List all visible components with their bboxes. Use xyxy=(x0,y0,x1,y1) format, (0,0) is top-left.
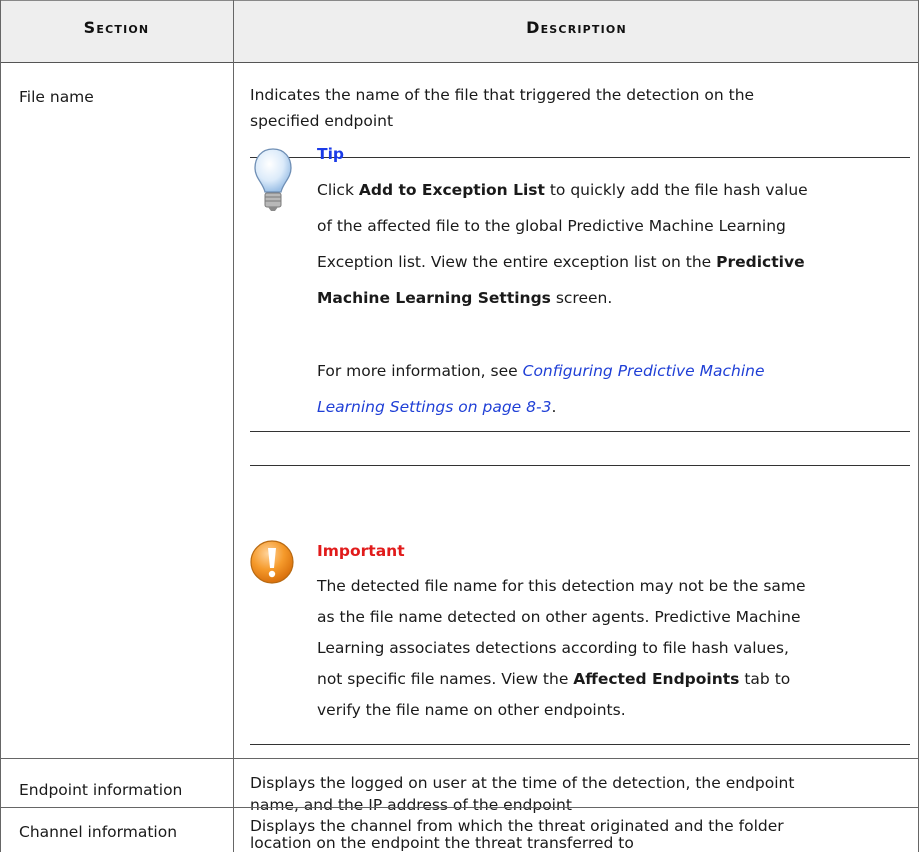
description-line: Indicates the name of the file that trig… xyxy=(250,86,755,104)
row-section-channel-information: Channel information xyxy=(19,823,178,841)
tip-more-info: For more information, see Configuring Pr… xyxy=(317,362,765,416)
important-body: The detected file name for this detectio… xyxy=(317,577,806,719)
row-description-endpoint-information: Displays the logged on user at the time … xyxy=(250,774,795,814)
configuring-pml-settings-link-cont[interactable]: Learning Settings on page 8-3 xyxy=(317,398,551,416)
description-line: specified endpoint xyxy=(250,112,394,130)
lightbulb-icon xyxy=(253,146,293,218)
row-section-endpoint-information: Endpoint information xyxy=(19,781,183,799)
divider xyxy=(250,431,910,432)
section-description-table: Section Description File name Indicates … xyxy=(0,0,919,852)
divider xyxy=(250,157,910,158)
row-description-file-name: Indicates the name of the file that trig… xyxy=(250,82,754,134)
divider xyxy=(0,0,1,852)
header-description: Description xyxy=(526,18,627,37)
configuring-pml-settings-link[interactable]: Configuring Predictive Machine xyxy=(523,362,765,380)
header-section: Section xyxy=(83,18,150,37)
warning-icon xyxy=(249,539,295,589)
divider xyxy=(0,62,919,63)
table-header: Section Description xyxy=(0,0,919,63)
divider xyxy=(0,807,919,808)
divider xyxy=(0,758,919,759)
divider xyxy=(0,0,919,1)
row-description-channel-information: Displays the channel from which the thre… xyxy=(250,817,784,852)
divider xyxy=(250,465,910,466)
tip-title: Tip xyxy=(317,145,344,163)
important-title: Important xyxy=(317,542,405,560)
divider xyxy=(250,744,910,745)
row-section-file-name: File name xyxy=(19,88,94,106)
divider xyxy=(233,0,234,852)
tip-body: Click Add to Exception List to quickly a… xyxy=(317,181,808,307)
